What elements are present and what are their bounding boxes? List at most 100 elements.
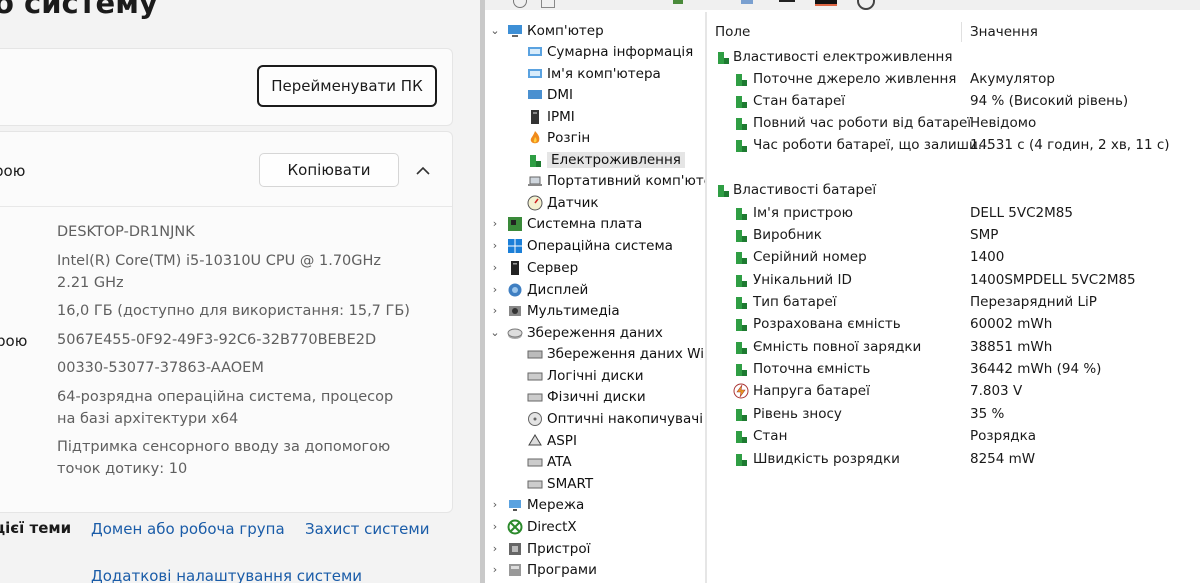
- list-value: 1400SMPDELL 5VC2M85: [970, 272, 1136, 288]
- list-item[interactable]: Поточна ємність: [733, 358, 870, 380]
- tree-item-display[interactable]: › Дисплей: [489, 279, 588, 300]
- portable-icon: [528, 176, 542, 186]
- list-value: 38851 mWh: [970, 339, 1053, 355]
- rename-pc-button[interactable]: Перейменувати ПК: [257, 65, 437, 107]
- list-item[interactable]: Тип батареї: [733, 291, 837, 313]
- tree-item-computer-name[interactable]: Ім'я комп'ютера: [527, 63, 661, 84]
- list-item[interactable]: Розрахована ємність: [733, 313, 901, 335]
- device-id-value: 5067E455-0F92-49F3-92C6-32B770BEBE2D: [57, 332, 377, 348]
- chevron-right-icon[interactable]: ›: [489, 217, 501, 230]
- optical-drive-icon: [528, 411, 542, 426]
- tree-item-directx[interactable]: › DirectX: [489, 516, 577, 537]
- tree-item-overclock[interactable]: Розгін: [527, 127, 590, 148]
- power-icon: [530, 154, 541, 167]
- chevron-down-icon[interactable]: ⌄: [489, 326, 501, 339]
- link-domain-workgroup[interactable]: Домен або робоча група: [91, 520, 285, 538]
- motherboard-icon: [508, 216, 522, 231]
- voltage-icon: [733, 383, 749, 399]
- chevron-right-icon[interactable]: ›: [489, 542, 501, 555]
- power-icon: [736, 297, 747, 309]
- chevron-right-icon[interactable]: ›: [489, 520, 501, 533]
- power-icon: [736, 230, 747, 242]
- page-title: о систему: [0, 0, 158, 20]
- toolbar-icon[interactable]: [741, 0, 753, 4]
- list-item[interactable]: Стан батареї: [733, 90, 845, 112]
- power-icon: [718, 185, 729, 197]
- toolbar-icon[interactable]: [779, 0, 795, 2]
- computer-icon: [508, 24, 522, 37]
- chevron-right-icon[interactable]: ›: [489, 261, 501, 274]
- copy-button[interactable]: Копіювати: [259, 153, 399, 187]
- programs-icon: [509, 563, 521, 576]
- physical-disk-icon: [527, 393, 543, 401]
- tree-item-portable[interactable]: Портативний комп'ютер: [527, 170, 705, 191]
- column-header-value[interactable]: Значення: [970, 20, 1038, 44]
- logical-disk-icon: [527, 372, 543, 380]
- storage-windows-icon: [527, 350, 543, 358]
- group-power-properties[interactable]: Властивості електроживлення: [715, 46, 952, 68]
- pen-touch-value-line2: точок дотику: 10: [57, 461, 188, 477]
- system-about-pane: о систему Перейменувати ПК рою Копіювати…: [0, 0, 480, 583]
- power-icon: [736, 342, 747, 354]
- column-header-field[interactable]: Поле: [715, 20, 750, 44]
- tree-item-os[interactable]: › Операційна система: [489, 235, 673, 256]
- list-value: 94 % (Високий рівень): [970, 93, 1129, 109]
- link-advanced-system-settings[interactable]: Додаткові налаштування системи: [91, 567, 362, 583]
- tree-item-summary[interactable]: Сумарна інформація: [527, 41, 693, 62]
- chevron-right-icon[interactable]: ›: [489, 563, 501, 576]
- power-icon: [736, 364, 747, 376]
- tree-item-ata[interactable]: ATA: [527, 451, 572, 472]
- list-item[interactable]: Час роботи батареї, що залиши...: [733, 134, 991, 156]
- list-item[interactable]: Рівень зносу: [733, 403, 842, 425]
- tree-item-aspi[interactable]: ASPI: [527, 430, 577, 451]
- list-item[interactable]: Ємність повної зарядки: [733, 336, 921, 358]
- list-item[interactable]: Поточне джерело живлення: [733, 68, 956, 90]
- power-icon: [736, 431, 747, 443]
- toolbar-icon[interactable]: [673, 0, 683, 4]
- list-item[interactable]: Швидкість розрядки: [733, 448, 900, 470]
- tree-item-dmi[interactable]: DMI: [527, 84, 573, 105]
- tree-item-smart[interactable]: SMART: [527, 473, 593, 494]
- details-list: Поле Значення Властивості електроживленн…: [711, 20, 1200, 583]
- list-item[interactable]: Напруга батареї: [733, 380, 870, 402]
- tree-item-storage[interactable]: ⌄ Збереження даних: [489, 322, 663, 343]
- tree-item-server[interactable]: › Сервер: [489, 257, 578, 278]
- power-icon: [736, 252, 747, 264]
- chevron-right-icon[interactable]: ›: [489, 498, 501, 511]
- tree-item-power[interactable]: Електроживлення: [527, 149, 685, 170]
- toolbar-icon[interactable]: [541, 0, 555, 8]
- group-battery-properties[interactable]: Властивості батареї: [715, 179, 876, 201]
- chevron-right-icon[interactable]: ›: [489, 304, 501, 317]
- pane-splitter[interactable]: [705, 12, 707, 583]
- list-item[interactable]: Повний час роботи від батареї: [733, 112, 971, 134]
- list-item[interactable]: Серійний номер: [733, 246, 867, 268]
- tree-item-computer[interactable]: ⌄ Комп'ютер: [489, 20, 603, 41]
- chevron-right-icon[interactable]: ›: [489, 283, 501, 296]
- tree-item-physical-disks[interactable]: Фізичні диски: [527, 386, 646, 407]
- power-icon: [736, 454, 747, 466]
- tree-item-multimedia[interactable]: › Мультимедіа: [489, 300, 620, 321]
- sensor-icon: [527, 195, 543, 210]
- tree-item-devices[interactable]: › Пристрої: [489, 538, 591, 559]
- related-links-label: цієї теми: [0, 519, 72, 537]
- chevron-down-icon[interactable]: ⌄: [489, 24, 501, 37]
- tree-item-storage-windows[interactable]: Збереження даних Wind: [527, 343, 705, 364]
- tree-item-motherboard[interactable]: › Системна плата: [489, 213, 642, 234]
- tree-item-network[interactable]: › Мережа: [489, 494, 584, 515]
- toolbar-icon[interactable]: [815, 0, 837, 6]
- list-item[interactable]: Унікальний ID: [733, 269, 852, 291]
- column-divider[interactable]: [961, 22, 962, 42]
- list-item[interactable]: Ім'я пристрою: [733, 202, 853, 224]
- link-system-protection[interactable]: Захист системи: [305, 520, 429, 538]
- tree-item-logical-disks[interactable]: Логічні диски: [527, 365, 644, 386]
- chevron-up-icon[interactable]: [412, 160, 434, 182]
- tree-item-sensor[interactable]: Датчик: [527, 192, 599, 213]
- tree-item-optical-drives[interactable]: Оптичні накопичувачі: [527, 408, 703, 429]
- list-item[interactable]: Стан: [733, 425, 787, 447]
- product-id-value: 00330-53077-37863-AAOEM: [57, 360, 264, 376]
- tree-item-programs[interactable]: › Програми: [489, 559, 597, 580]
- list-item[interactable]: Виробник: [733, 224, 822, 246]
- chevron-right-icon[interactable]: ›: [489, 239, 501, 252]
- navigation-tree: ⌄ Комп'ютер Сумарна інформація Ім'я комп…: [485, 12, 705, 583]
- tree-item-ipmi[interactable]: IPMI: [527, 106, 575, 127]
